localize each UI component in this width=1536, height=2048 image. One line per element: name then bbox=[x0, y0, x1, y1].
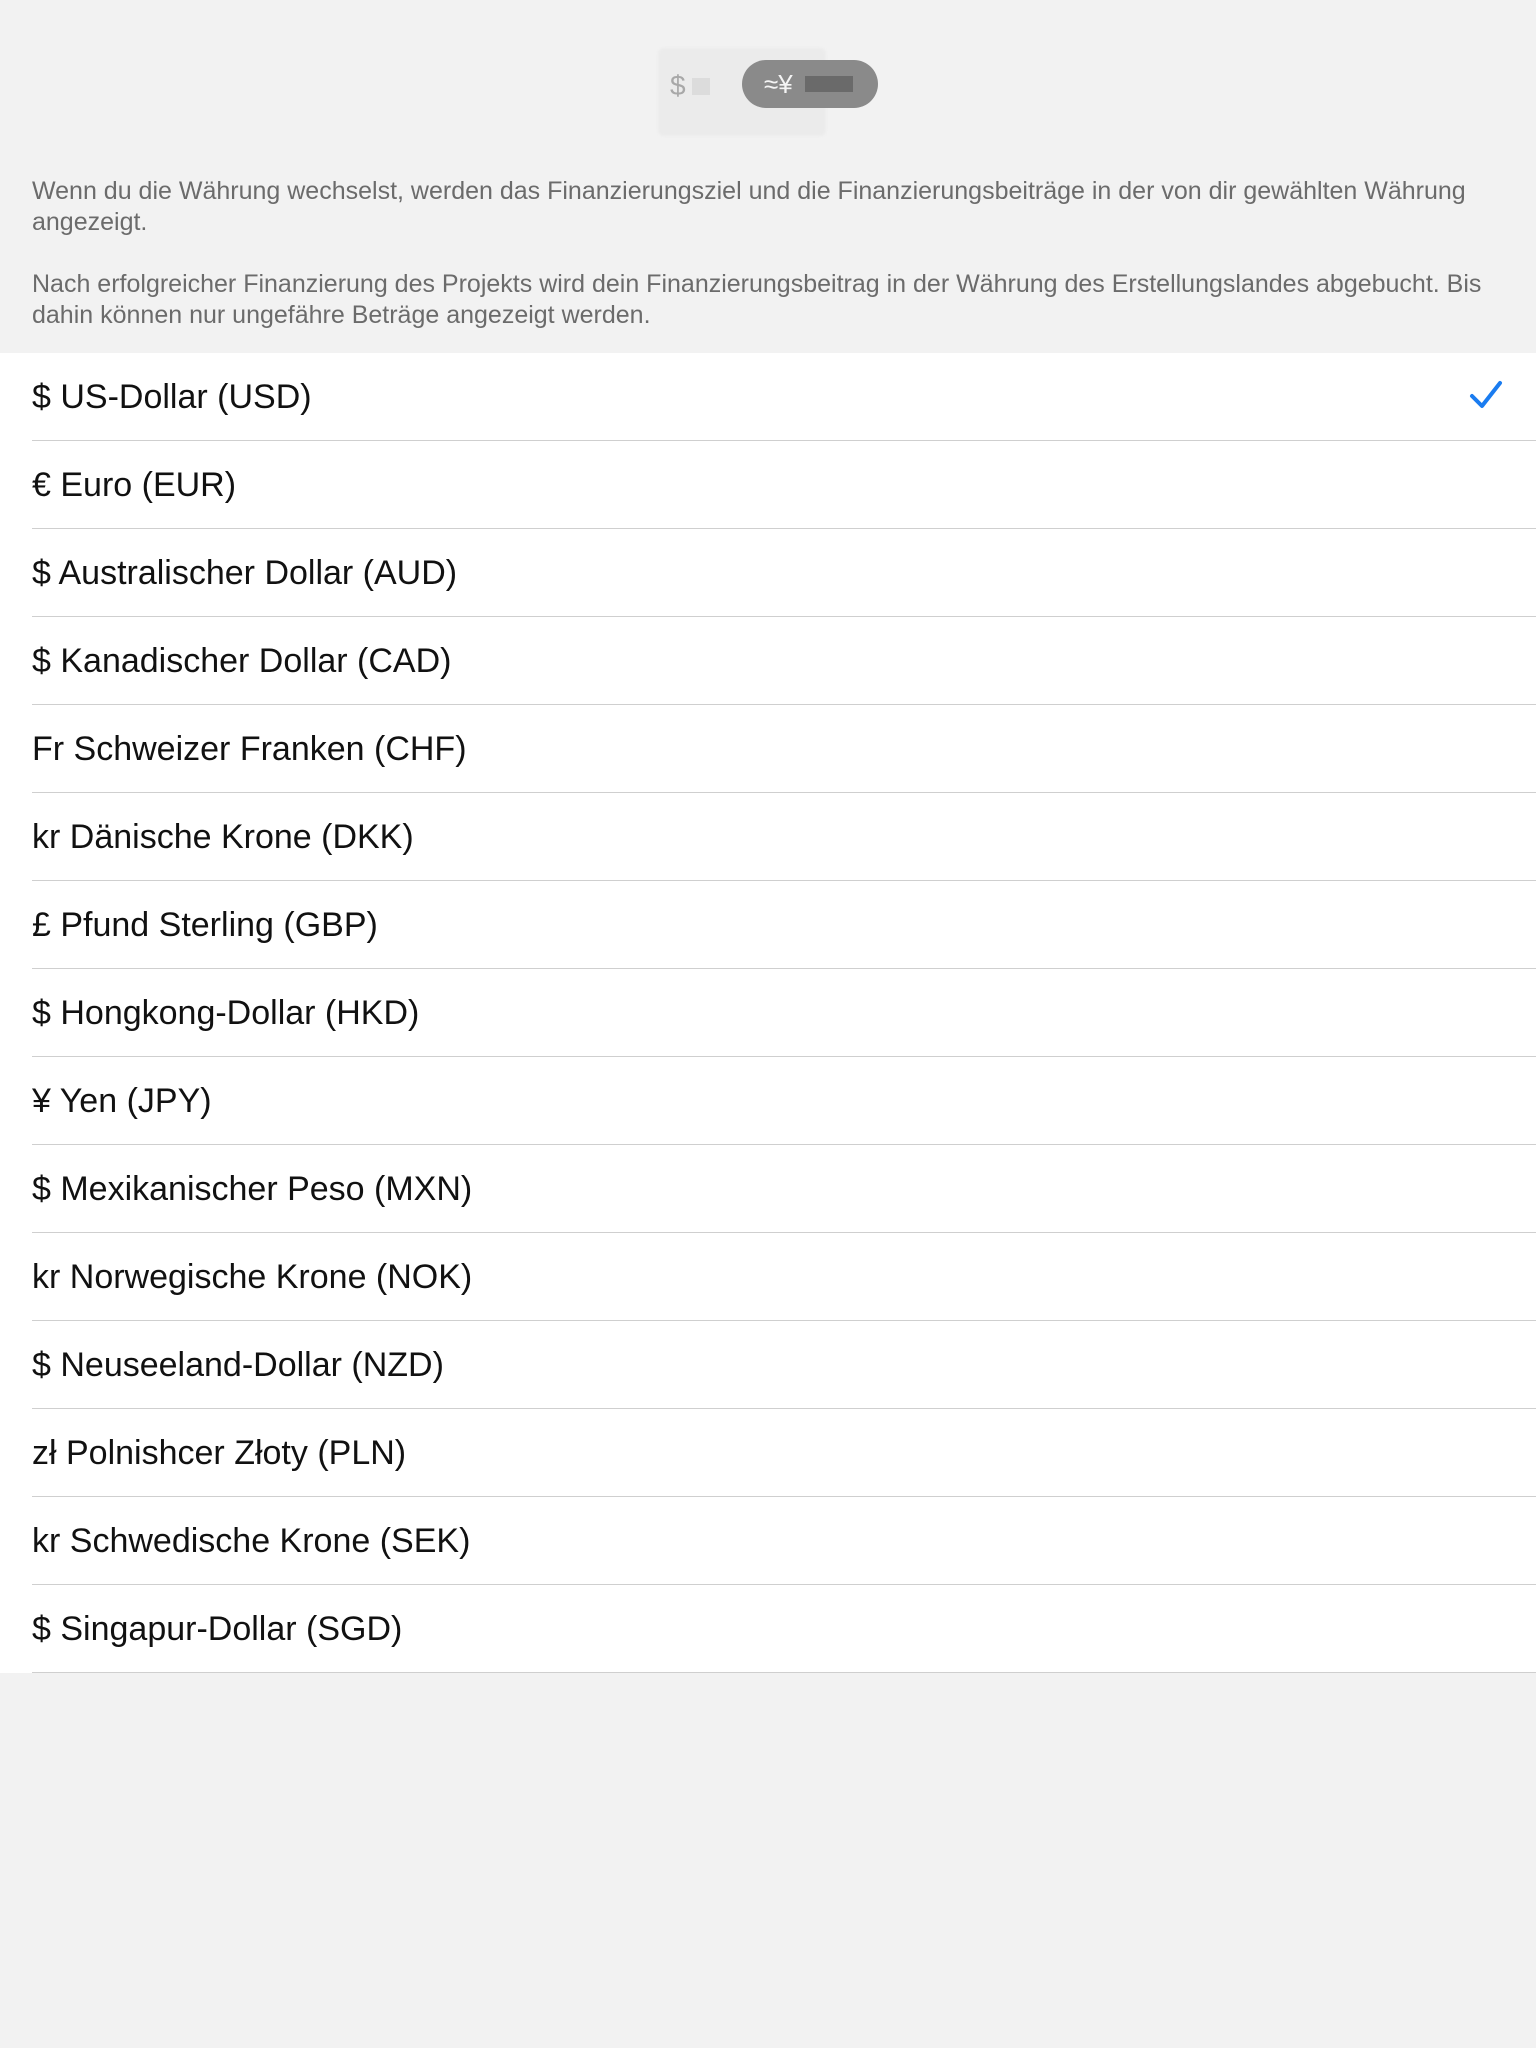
approx-yen-symbol: ≈¥ bbox=[764, 68, 793, 99]
currency-label: € Euro (EUR) bbox=[32, 465, 237, 504]
currency-label: $ Kanadischer Dollar (CAD) bbox=[32, 641, 452, 680]
currency-row-usd[interactable]: $ US-Dollar (USD) bbox=[0, 353, 1536, 441]
currency-row-sek[interactable]: kr Schwedische Krone (SEK) bbox=[0, 1497, 1536, 1585]
currency-label: ¥ Yen (JPY) bbox=[32, 1081, 212, 1120]
currency-row-chf[interactable]: Fr Schweizer Franken (CHF) bbox=[0, 705, 1536, 793]
amount-placeholder-icon bbox=[804, 76, 853, 92]
currency-info-text: Wenn du die Währung wechselst, werden da… bbox=[0, 140, 1536, 353]
currency-label: $ Mexikanischer Peso (MXN) bbox=[32, 1169, 473, 1208]
currency-row-cad[interactable]: $ Kanadischer Dollar (CAD) bbox=[0, 617, 1536, 705]
currency-row-dkk[interactable]: kr Dänische Krone (DKK) bbox=[0, 793, 1536, 881]
currency-label: $ Hongkong-Dollar (HKD) bbox=[32, 993, 420, 1032]
info-paragraph-1: Wenn du die Währung wechselst, werden da… bbox=[32, 177, 1466, 236]
toggle-left-option: $ bbox=[670, 66, 710, 106]
currency-row-aud[interactable]: $ Australischer Dollar (AUD) bbox=[0, 529, 1536, 617]
currency-row-jpy[interactable]: ¥ Yen (JPY) bbox=[0, 1057, 1536, 1145]
currency-label: Fr Schweizer Franken (CHF) bbox=[32, 729, 467, 768]
currency-label: $ Neuseeland-Dollar (NZD) bbox=[32, 1345, 444, 1384]
currency-label: kr Schwedische Krone (SEK) bbox=[32, 1521, 471, 1560]
currency-row-pln[interactable]: zł Polnishcer Złoty (PLN) bbox=[0, 1409, 1536, 1497]
info-paragraph-2: Nach erfolgreicher Finanzierung des Proj… bbox=[32, 270, 1482, 329]
currency-row-eur[interactable]: € Euro (EUR) bbox=[0, 441, 1536, 529]
approx-yen-pill: ≈¥ bbox=[742, 60, 878, 108]
currency-label: zł Polnishcer Złoty (PLN) bbox=[32, 1433, 407, 1472]
currency-row-gbp[interactable]: £ Pfund Sterling (GBP) bbox=[0, 881, 1536, 969]
currency-label: $ Australischer Dollar (AUD) bbox=[32, 553, 458, 592]
currency-row-nok[interactable]: kr Norwegische Krone (NOK) bbox=[0, 1233, 1536, 1321]
dollar-symbol: $ bbox=[670, 70, 686, 101]
currency-label: kr Dänische Krone (DKK) bbox=[32, 817, 414, 856]
currency-row-nzd[interactable]: $ Neuseeland-Dollar (NZD) bbox=[0, 1321, 1536, 1409]
currency-row-hkd[interactable]: $ Hongkong-Dollar (HKD) bbox=[0, 969, 1536, 1057]
amount-placeholder-icon bbox=[691, 77, 710, 95]
currency-label: £ Pfund Sterling (GBP) bbox=[32, 905, 378, 944]
currency-row-mxn[interactable]: $ Mexikanischer Peso (MXN) bbox=[0, 1145, 1536, 1233]
currency-label: kr Norwegische Krone (NOK) bbox=[32, 1257, 473, 1296]
currency-label: $ US-Dollar (USD) bbox=[32, 377, 312, 416]
checkmark-icon bbox=[1470, 381, 1502, 408]
currency-label: $ Singapur-Dollar (SGD) bbox=[32, 1609, 403, 1648]
currency-preview-header: $ ≈¥ bbox=[0, 0, 1536, 140]
currency-list: $ US-Dollar (USD) € Euro (EUR) $ Austral… bbox=[0, 353, 1536, 1673]
currency-row-sgd[interactable]: $ Singapur-Dollar (SGD) bbox=[0, 1585, 1536, 1673]
